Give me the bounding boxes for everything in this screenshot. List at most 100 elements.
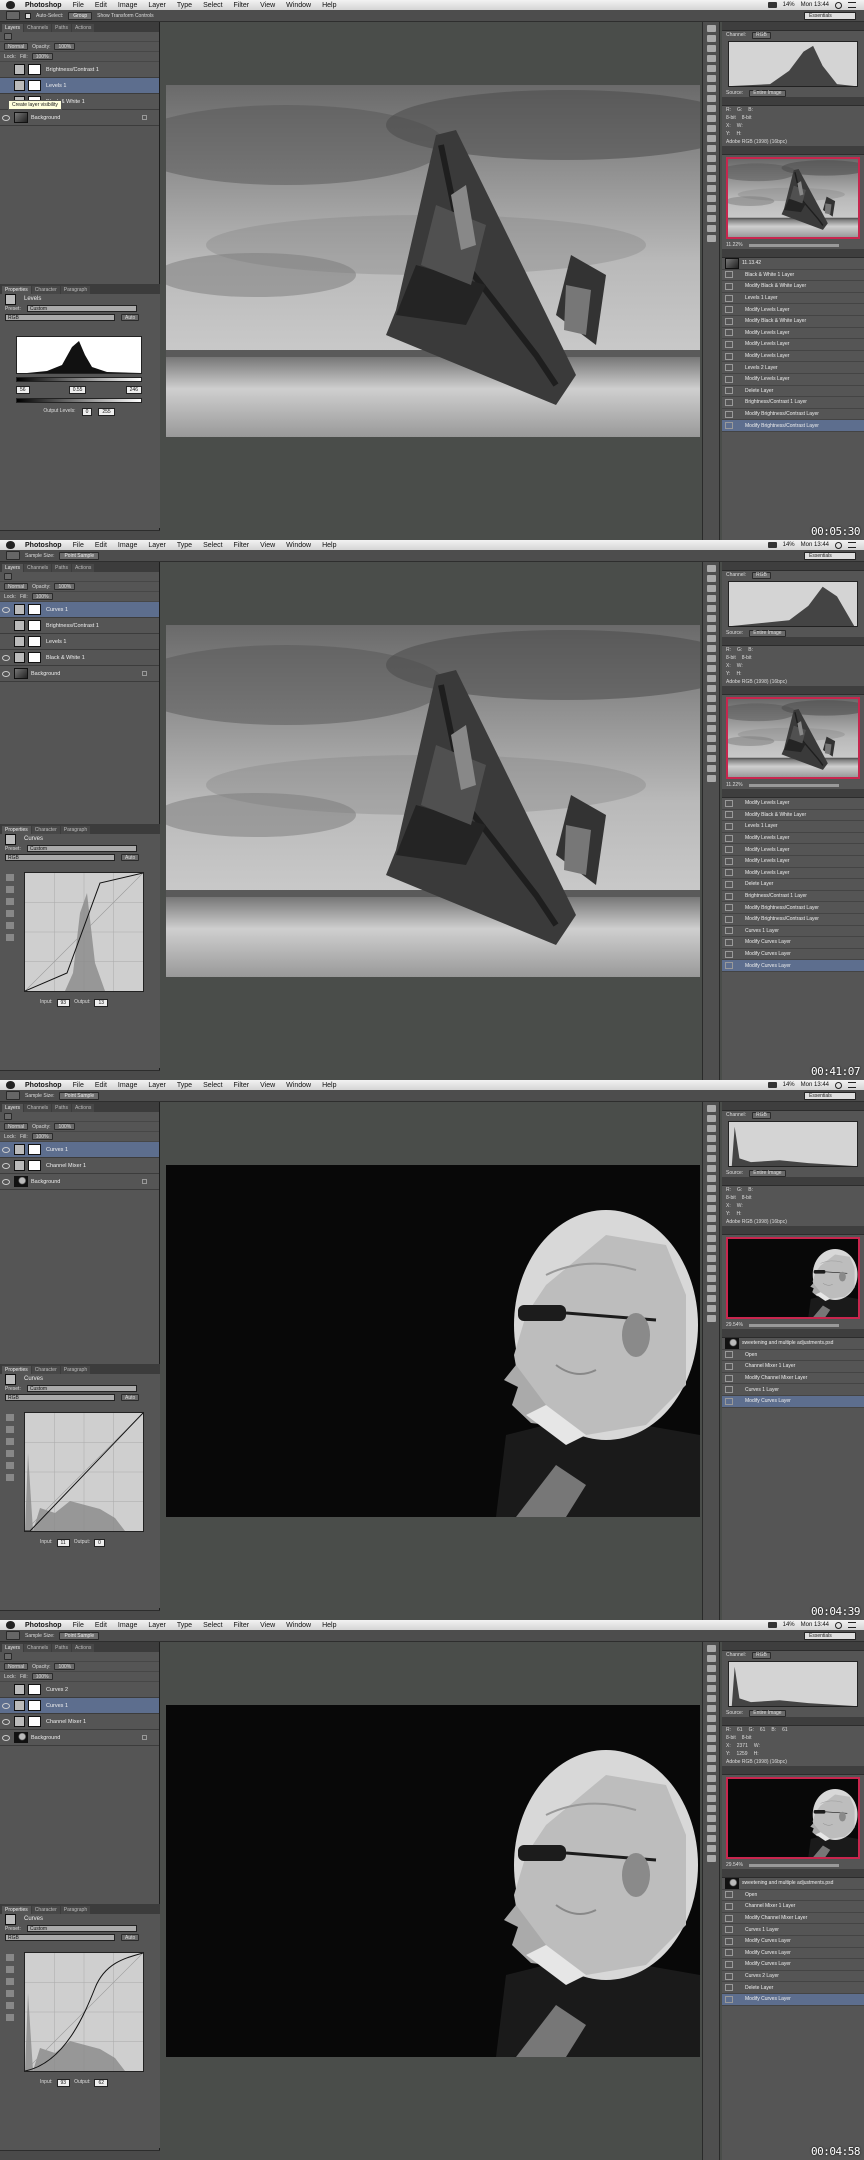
tool-icon[interactable]	[706, 175, 716, 182]
menu-layer[interactable]: Layer	[148, 2, 166, 9]
document-canvas[interactable]	[166, 625, 700, 977]
layer-mask-thumbnail[interactable]	[28, 652, 41, 663]
layer-row[interactable]: Curves 2	[0, 1682, 159, 1698]
opacity-field[interactable]: 100%	[54, 583, 76, 590]
visibility-eye-icon[interactable]	[2, 1702, 10, 1709]
tool-icon[interactable]	[706, 215, 716, 222]
tool-icon[interactable]	[706, 1205, 716, 1212]
channel-select[interactable]: RGB	[5, 314, 115, 321]
blend-mode-select[interactable]: Normal	[4, 1123, 29, 1130]
preset-select[interactable]: Custom	[26, 845, 137, 852]
curve-tool-icon[interactable]	[6, 2014, 14, 2021]
auto-button[interactable]: Auto	[121, 314, 140, 321]
navigator-zoom-slider[interactable]	[748, 783, 839, 787]
menu-window[interactable]: Window	[286, 1082, 311, 1089]
layer-row[interactable]: Curves 1	[0, 1142, 159, 1158]
curves-graph[interactable]	[24, 872, 144, 992]
tool-icon[interactable]	[706, 1115, 716, 1122]
document-canvas[interactable]	[166, 85, 700, 437]
output-level-field[interactable]: 255	[98, 408, 115, 416]
menu-filter[interactable]: Filter	[234, 2, 250, 9]
notification-list-icon[interactable]	[848, 2, 856, 8]
tab-paths[interactable]: Paths	[52, 1104, 71, 1112]
tool-icon[interactable]	[706, 1845, 716, 1852]
blend-mode-select[interactable]: Normal	[4, 583, 29, 590]
auto-select-checkbox[interactable]	[25, 12, 31, 19]
history-item[interactable]: Modify Levels Layer	[722, 351, 864, 363]
tool-icon[interactable]	[706, 1145, 716, 1152]
curve-tool-icon[interactable]	[6, 1978, 14, 1985]
histogram-channel-select[interactable]: RGB	[752, 31, 771, 39]
history-item[interactable]: Open	[722, 1890, 864, 1902]
tab-actions[interactable]: Actions	[71, 1104, 95, 1112]
history-item[interactable]: Delete Layer	[722, 1982, 864, 1994]
tool-icon[interactable]	[706, 125, 716, 132]
visibility-eye-icon[interactable]	[2, 1687, 10, 1693]
curve-tool-icon[interactable]	[6, 2002, 14, 2009]
menu-filter[interactable]: Filter	[234, 542, 250, 549]
menu-select[interactable]: Select	[203, 1622, 222, 1629]
menu-layer[interactable]: Layer	[148, 542, 166, 549]
tool-icon[interactable]	[706, 35, 716, 42]
tool-icon[interactable]	[706, 735, 716, 742]
spotlight-search-icon[interactable]	[835, 1, 842, 9]
option-1[interactable]: Point Sample	[59, 1631, 100, 1640]
history-item[interactable]: Open	[722, 1350, 864, 1362]
tool-icon[interactable]	[706, 1705, 716, 1712]
curve-tool-icon[interactable]	[6, 1954, 14, 1961]
navigator-preview[interactable]	[726, 697, 860, 779]
layer-row[interactable]: Levels 1	[0, 78, 159, 94]
input-level-field[interactable]: 0.55	[68, 386, 87, 394]
layer-row[interactable]: Background	[0, 110, 159, 126]
spotlight-search-icon[interactable]	[835, 1621, 842, 1629]
tool-icon[interactable]	[706, 85, 716, 92]
tool-icon[interactable]	[706, 75, 716, 82]
tool-icon[interactable]	[706, 705, 716, 712]
input-level-field[interactable]: 56	[16, 386, 30, 394]
tool-icon[interactable]	[706, 605, 716, 612]
filter-kind-select[interactable]	[4, 1653, 12, 1660]
document-canvas[interactable]	[166, 1705, 700, 2057]
menu-window[interactable]: Window	[286, 542, 311, 549]
tool-icon[interactable]	[706, 1765, 716, 1772]
properties-footer-buttons[interactable]	[0, 1070, 160, 1080]
tool-icon[interactable]	[706, 585, 716, 592]
history-item[interactable]: Channel Mixer 1 Layer	[722, 1901, 864, 1913]
history-item[interactable]: Curves 1 Layer	[722, 1384, 864, 1396]
layer-mask-thumbnail[interactable]	[28, 64, 41, 75]
history-snapshot[interactable]: sweetening and multiple adjustments.psd	[722, 1337, 864, 1350]
visibility-eye-icon[interactable]	[2, 1734, 10, 1741]
menu-help[interactable]: Help	[322, 1622, 336, 1629]
history-item[interactable]: Modify Levels Layer	[722, 328, 864, 340]
history-item[interactable]: Channel Mixer 1 Layer	[722, 1361, 864, 1373]
history-item[interactable]: Modify Curves Layer	[722, 1959, 864, 1971]
curve-tool-icon[interactable]	[6, 1414, 14, 1421]
history-item[interactable]: Modify Curves Layer	[722, 1395, 864, 1408]
output-levels-slider[interactable]	[16, 398, 142, 403]
tool-icon[interactable]	[706, 635, 716, 642]
layer-mask-thumbnail[interactable]	[28, 636, 41, 647]
layer-mask-thumbnail[interactable]	[28, 1160, 41, 1171]
tool-icon[interactable]	[706, 765, 716, 772]
notification-list-icon[interactable]	[848, 1082, 856, 1088]
apple-icon[interactable]	[6, 1621, 15, 1629]
tool-icon[interactable]	[706, 1265, 716, 1272]
notification-list-icon[interactable]	[848, 542, 856, 548]
history-item[interactable]: Modify Levels Layer	[722, 798, 864, 810]
tool-icon[interactable]	[706, 1665, 716, 1672]
history-item[interactable]: Delete Layer	[722, 386, 864, 398]
visibility-eye-icon[interactable]	[2, 1162, 10, 1169]
menu-window[interactable]: Window	[286, 1622, 311, 1629]
layer-row[interactable]: Channel Mixer 1	[0, 1714, 159, 1730]
tool-icon[interactable]	[706, 1685, 716, 1692]
output-field[interactable]: 13	[94, 999, 109, 1007]
tool-icon[interactable]	[706, 1835, 716, 1842]
curves-graph-svg[interactable]	[24, 1952, 144, 2072]
tool-icon[interactable]	[706, 1105, 716, 1112]
navigator-zoom-slider[interactable]	[748, 243, 839, 247]
tool-icon[interactable]	[706, 135, 716, 142]
menu-file[interactable]: File	[73, 542, 84, 549]
tab-layers[interactable]: Layers	[2, 1104, 24, 1112]
menu-layer[interactable]: Layer	[148, 1622, 166, 1629]
navigator-zoom-slider[interactable]	[748, 1863, 839, 1867]
